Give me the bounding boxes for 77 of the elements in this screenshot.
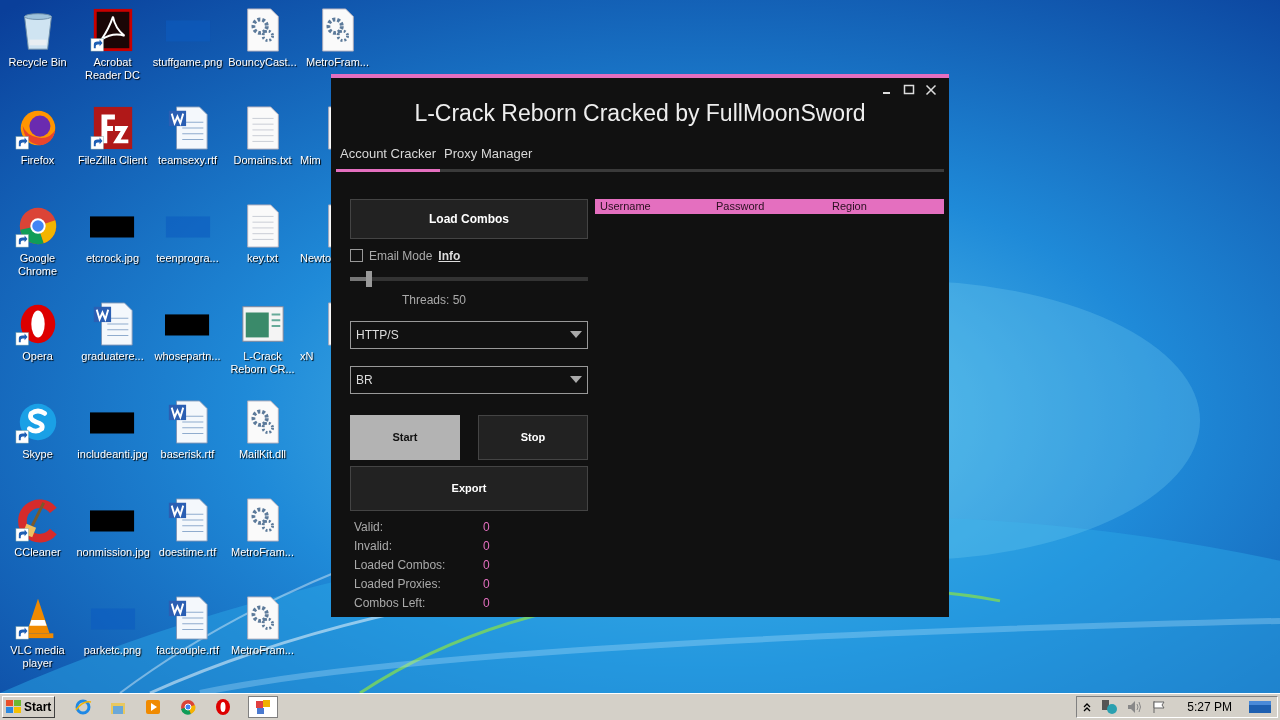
desktop-icon-label: L-Crack Reborn CR... [229, 350, 296, 376]
desktop-icon-label: parketc.png [83, 644, 142, 657]
desktop-icon-label: MailKit.dll [238, 448, 287, 461]
column-header[interactable]: Region [827, 197, 943, 215]
desktop-icon-label: factcouple.rtf [156, 644, 219, 657]
slider-thumb[interactable] [366, 270, 373, 287]
desktop-icon-label: MetroFram... [306, 56, 369, 69]
network-icon[interactable] [1100, 699, 1119, 715]
start-button[interactable]: Start [350, 414, 460, 460]
show-desktop-icon[interactable] [1249, 700, 1271, 714]
dropdown[interactable]: BR [350, 365, 588, 394]
desktop-icon-label: BouncyCast... [228, 56, 297, 69]
caret-icon [570, 376, 582, 383]
stat-value: 0 [483, 576, 490, 593]
stop-button[interactable]: Stop [478, 414, 588, 460]
stat-value: 0 [483, 538, 490, 555]
stat-value: 0 [483, 595, 490, 612]
flag-icon[interactable] [1152, 700, 1167, 714]
chevron-up-icon[interactable] [1083, 702, 1092, 712]
dropdown[interactable]: HTTP/S [350, 320, 588, 349]
info-link[interactable]: Info [438, 246, 461, 265]
stat-value: 0 [483, 519, 490, 536]
tab[interactable]: Account Cracker [336, 144, 441, 172]
desktop-icon-label: Domains.txt [233, 154, 292, 167]
checkbox-label: Email Mode [369, 247, 433, 265]
slider-track[interactable] [350, 270, 588, 287]
maximize-icon[interactable] [903, 84, 915, 96]
desktop-icon-label: MetroFram... [231, 644, 294, 657]
clock[interactable]: 5:27 PM [1187, 698, 1232, 716]
desktop-icon-label: baserisk.rtf [160, 448, 215, 461]
browser-e-icon [74, 698, 93, 716]
windows-logo-icon [6, 700, 22, 714]
chrome-icon [179, 698, 198, 716]
column-header[interactable]: Password [711, 197, 827, 215]
desktop-icon-label: xN [300, 350, 314, 363]
stat-value: 0 [483, 557, 490, 574]
stat-label: Valid: [354, 519, 385, 536]
desktop-icon-label: key.txt [247, 252, 278, 265]
column-header[interactable]: Username [595, 197, 711, 215]
desktop-icon-label: Firefox [20, 154, 55, 167]
stat-label: Loaded Proxies: [354, 576, 442, 593]
stat-label: Combos Left: [354, 595, 427, 612]
tab[interactable]: Proxy Manager [440, 144, 537, 172]
desktop-icon-label: FileZilla Client [77, 154, 148, 167]
taskbar-button[interactable] [248, 696, 279, 718]
app-window-icon [254, 698, 273, 716]
desktop-icon-label: doestime.rtf [158, 546, 217, 559]
desktop-icon-label: Opera [22, 350, 53, 363]
desktop-icon-label: whosepartn... [154, 350, 221, 363]
desktop-icon-label: nonmission.jpg [76, 546, 149, 559]
desktop-icon-label: Newto [300, 252, 332, 265]
desktop-icon-label: Recycle Bin [8, 56, 67, 69]
desktop-icon-label: CCleaner [14, 546, 61, 559]
stat-label: Loaded Combos: [354, 557, 447, 574]
media-player-icon [144, 698, 163, 716]
close-icon[interactable] [925, 84, 937, 96]
desktop-icon-label: graduatere... [81, 350, 144, 363]
opera-icon [214, 698, 233, 716]
desktop-icon-label: Acrobat Reader DC [84, 56, 141, 82]
desktop-icon-label: MetroFram... [231, 546, 294, 559]
window-title: L-Crack Reborn Cracked by FullMoonSword [413, 99, 867, 128]
desktop-icon-label: Skype [22, 448, 53, 461]
checkbox[interactable] [350, 249, 363, 262]
desktop-icon-label: teamsexy.rtf [157, 154, 218, 167]
export-button[interactable]: Export [350, 465, 588, 511]
start-button[interactable]: Start [2, 696, 56, 718]
caret-icon [570, 331, 582, 338]
threads-label: Threads: 50 [402, 291, 467, 309]
desktop-icon-label: VLC media player [9, 644, 66, 670]
desktop-icon-label: includeanti.jpg [77, 448, 148, 461]
stat-label: Invalid: [354, 538, 394, 555]
desktop-icon-label: Google Chrome [16, 252, 59, 278]
desktop-icon-label: etcrock.jpg [85, 252, 140, 265]
desktop-icon-label: Mim [300, 154, 321, 167]
desktop-icon-label: stuffgame.png [152, 56, 223, 69]
desktop-icon-label: teenprogra... [156, 252, 219, 265]
load-combos-button[interactable]: Load Combos [350, 198, 588, 239]
